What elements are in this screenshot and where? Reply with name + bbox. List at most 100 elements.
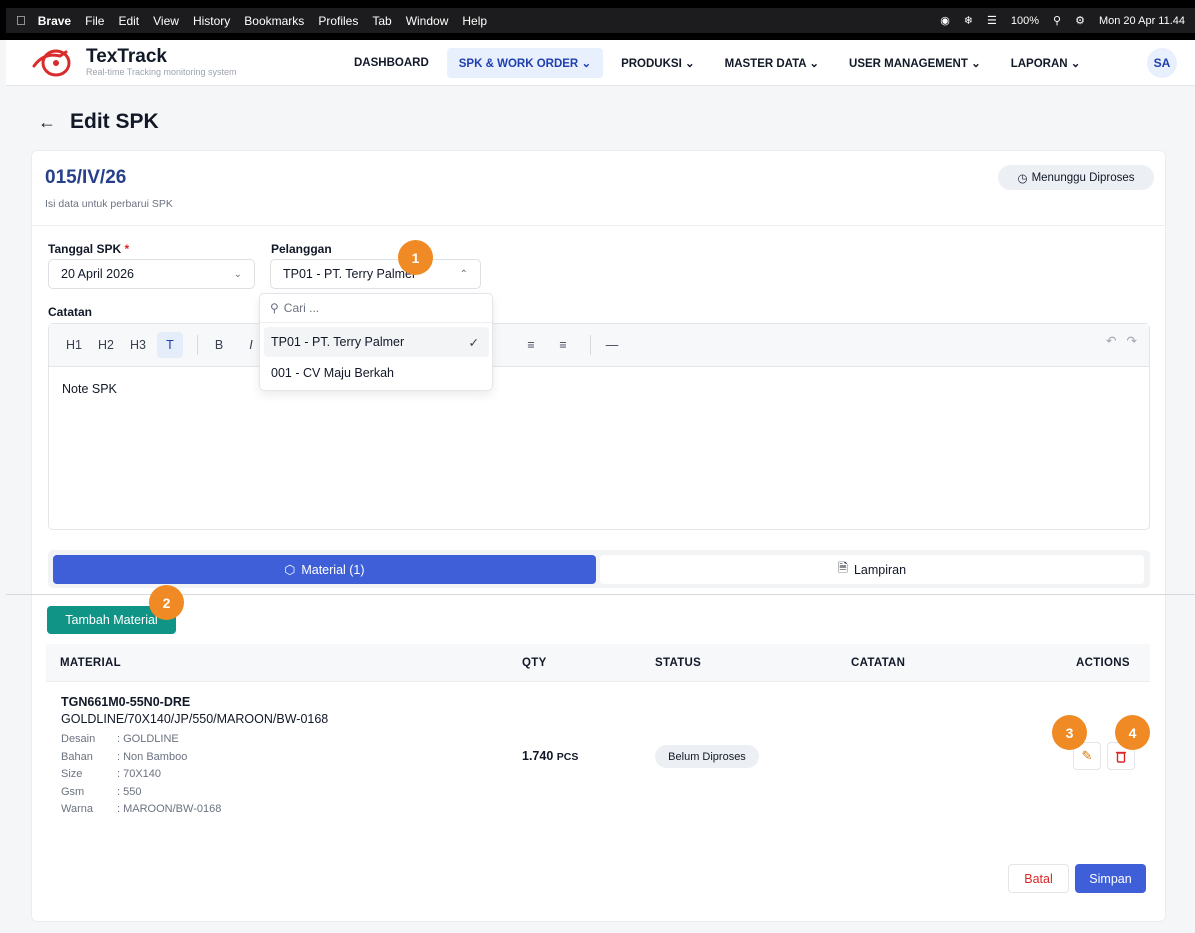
play-icon[interactable]: ◉ xyxy=(940,14,950,27)
control-center-icon[interactable]: ⚙ xyxy=(1075,14,1085,27)
heading-3-label: H3 xyxy=(130,338,146,352)
nav-spk-work-order[interactable]: SPK & WORK ORDER ⌄ xyxy=(446,47,604,78)
trash-icon xyxy=(1116,751,1126,763)
detail-tabs: ⬡ Material (1) 🗎 Lampiran xyxy=(48,550,1150,588)
main-nav: DASHBOARD SPK & WORK ORDER ⌄ PRODUKSI ⌄ … xyxy=(342,47,1098,78)
spec-value: : GOLDLINE xyxy=(117,733,179,745)
spec-value: : MAROON/BW-0168 xyxy=(117,803,222,815)
spk-subtitle: Isi data untuk perbarui SPK xyxy=(45,198,173,210)
nav-laporan[interactable]: LAPORAN ⌄ xyxy=(999,48,1093,78)
brand-logo[interactable]: TexTrack Real-time Tracking monitoring s… xyxy=(32,46,332,80)
menu-view[interactable]: View xyxy=(153,14,179,28)
spec-key: Desain xyxy=(61,733,96,745)
macos-menubar:  Brave File Edit View History Bookmarks… xyxy=(0,0,1195,40)
spec-row: Desain : GOLDLINE xyxy=(61,731,221,749)
date-label-text: Tanggal SPK xyxy=(48,242,122,256)
chevron-down-icon: ⌄ xyxy=(809,57,820,70)
annotation-marker-3: 3 xyxy=(1052,715,1087,750)
nav-produksi[interactable]: PRODUKSI ⌄ xyxy=(609,48,707,78)
horizontal-rule-icon: — xyxy=(605,338,619,352)
spec-value: : 70X140 xyxy=(117,768,162,780)
nav-user-management-label: USER MANAGEMENT xyxy=(849,57,968,70)
heading-1-button[interactable]: H1 xyxy=(61,332,87,358)
cancel-button[interactable]: Batal xyxy=(1008,864,1069,893)
chevron-down-icon: ⌄ xyxy=(1070,57,1081,70)
customer-option-tp01[interactable]: TP01 - PT. Terry Palmer ✓ xyxy=(264,327,489,357)
customer-select[interactable]: TP01 - PT. Terry Palmer ⌃ xyxy=(270,259,481,289)
menu-help[interactable]: Help xyxy=(462,14,487,28)
menu-edit[interactable]: Edit xyxy=(118,14,139,28)
menu-bookmarks[interactable]: Bookmarks xyxy=(244,14,304,28)
snowflake-icon[interactable]: ❄ xyxy=(964,14,973,27)
battery-label[interactable]: 100% xyxy=(1011,15,1039,27)
cube-icon: ⬡ xyxy=(284,563,296,577)
menu-profiles[interactable]: Profiles xyxy=(318,14,358,28)
menubar-status-area: ◉ ❄ ☰ 100% ⚲ ⚙ Mon 20 Apr 11.44 xyxy=(940,14,1185,28)
chevron-down-icon: ⌄ xyxy=(684,57,695,70)
text-type-icon: T xyxy=(166,338,174,352)
spec-key: Gsm xyxy=(61,785,85,798)
redo-icon[interactable]: ↷ xyxy=(1127,333,1137,348)
spec-row: Gsm : 550 xyxy=(61,784,221,802)
undo-icon[interactable]: ↶ xyxy=(1106,333,1116,348)
bold-button[interactable]: B xyxy=(206,332,232,358)
material-qty: 1.740 PCS xyxy=(522,749,578,763)
date-picker[interactable]: 20 April 2026 ⌄ xyxy=(48,259,255,289)
customer-search-input[interactable]: ⚲ Cari ... xyxy=(260,294,492,323)
nav-master-data[interactable]: MASTER DATA ⌄ xyxy=(713,48,831,78)
check-icon: ✓ xyxy=(468,335,479,350)
notes-content[interactable]: Note SPK xyxy=(49,367,1149,411)
menu-tab[interactable]: Tab xyxy=(372,14,391,28)
editor-toolbar: H1 H2 H3 T B I ≡ ≡ — ↶ ↷ xyxy=(49,324,1149,367)
col-material: MATERIAL xyxy=(60,657,121,669)
nav-user-management[interactable]: USER MANAGEMENT ⌄ xyxy=(837,48,993,78)
qty-value: 1.740 xyxy=(522,749,554,763)
material-specs: Desain : GOLDLINE Bahan: Non Bamboo Size:… xyxy=(61,731,221,819)
app-header: TexTrack Real-time Tracking monitoring s… xyxy=(6,40,1195,86)
date-label: Tanggal SPK * xyxy=(48,242,129,256)
nav-dashboard[interactable]: DASHBOARD xyxy=(342,49,441,77)
spec-value: : 550 xyxy=(117,785,142,798)
col-actions: ACTIONS xyxy=(1076,657,1130,669)
align-center-button[interactable]: ≡ xyxy=(518,332,544,358)
apple-icon[interactable]:  xyxy=(16,13,26,28)
heading-3-button[interactable]: H3 xyxy=(125,332,151,358)
nav-master-data-label: MASTER DATA xyxy=(724,57,807,70)
menu-history[interactable]: History xyxy=(193,14,230,28)
spotlight-search-icon[interactable]: ⚲ xyxy=(1053,14,1061,27)
align-justify-button[interactable]: ≡ xyxy=(550,332,576,358)
menu-window[interactable]: Window xyxy=(406,14,449,28)
customer-option-001[interactable]: 001 - CV Maju Berkah xyxy=(264,358,489,388)
paragraph-button[interactable]: T xyxy=(157,332,183,358)
search-placeholder: Cari ... xyxy=(283,301,320,315)
menu-app-name[interactable]: Brave xyxy=(38,14,71,28)
customer-value: TP01 - PT. Terry Palmer xyxy=(283,267,417,281)
save-button[interactable]: Simpan xyxy=(1075,864,1146,893)
wifi-icon[interactable]: ☰ xyxy=(987,14,997,27)
col-notes: CATATAN xyxy=(851,657,906,669)
toolbar-separator xyxy=(590,335,591,355)
horizontal-rule-button[interactable]: — xyxy=(599,332,625,358)
heading-1-label: H1 xyxy=(66,338,82,352)
spec-key: Size xyxy=(61,768,83,780)
spk-number: 015/IV/26 xyxy=(45,167,127,188)
spec-row: Bahan: Non Bamboo xyxy=(61,749,221,767)
document-icon: 🗎 xyxy=(837,561,848,575)
back-arrow-icon[interactable]: ← xyxy=(38,112,56,133)
tab-attachments[interactable]: 🗎 Lampiran xyxy=(600,555,1144,584)
tab-material[interactable]: ⬡ Material (1) xyxy=(53,555,596,584)
customer-label: Pelanggan xyxy=(271,242,332,256)
menu-file[interactable]: File xyxy=(85,14,104,28)
col-qty: QTY xyxy=(522,657,547,669)
menubar-clock[interactable]: Mon 20 Apr 11.44 xyxy=(1099,15,1185,27)
chevron-up-icon: ⌃ xyxy=(459,268,468,280)
customer-dropdown: ⚲ Cari ... TP01 - PT. Terry Palmer ✓ 001… xyxy=(259,293,493,391)
section-separator xyxy=(6,594,1195,595)
user-avatar[interactable]: SA xyxy=(1147,48,1177,78)
chevron-down-icon: ⌄ xyxy=(233,268,242,280)
heading-2-button[interactable]: H2 xyxy=(93,332,119,358)
nav-spk-label: SPK & WORK ORDER xyxy=(458,57,579,70)
menubar-strip:  Brave File Edit View History Bookmarks… xyxy=(6,8,1195,33)
history-buttons: ↶ ↷ xyxy=(1106,333,1137,348)
annotation-marker-2: 2 xyxy=(149,585,184,620)
